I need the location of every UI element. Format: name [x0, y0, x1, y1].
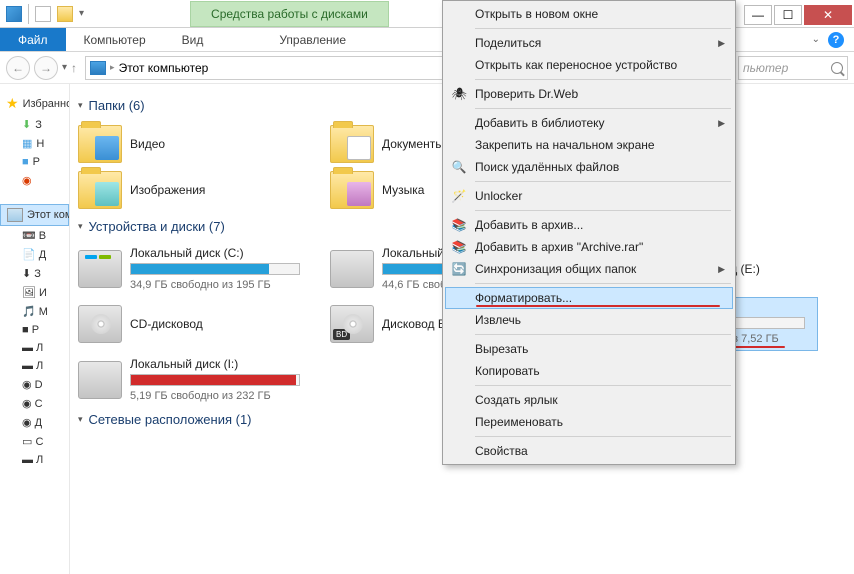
sidebar-item[interactable]: ◉ D: [0, 375, 69, 394]
nav-up-button[interactable]: ↑: [71, 61, 77, 75]
ribbon-expand-icon[interactable]: ⌄: [812, 34, 820, 45]
nav-back-button[interactable]: ←: [6, 56, 30, 80]
sidebar-item[interactable]: ◉ C: [0, 394, 69, 413]
nav-sidebar: ★Избранное ⬇ З ▦ Н ■ Р ◉ Этот компьютер …: [0, 84, 70, 574]
cm-drweb[interactable]: 🕷Проверить Dr.Web: [445, 83, 733, 105]
sidebar-item[interactable]: ⬇ З: [0, 264, 69, 283]
cm-add-archive-rar[interactable]: 📚Добавить в архив "Archive.rar": [445, 236, 733, 258]
sidebar-item[interactable]: ⬇ З: [0, 115, 69, 134]
search-deleted-icon: 🔍: [451, 159, 467, 175]
cm-properties[interactable]: Свойства: [445, 440, 733, 462]
folder-video[interactable]: Видео: [74, 123, 314, 165]
maximize-button[interactable]: ☐: [774, 5, 802, 25]
cm-portable-device[interactable]: Открыть как переносное устройство: [445, 54, 733, 76]
drive-cd[interactable]: CD-дисковод: [74, 297, 314, 351]
nav-history-icon[interactable]: ▾: [62, 62, 67, 73]
nav-forward-button[interactable]: →: [34, 56, 58, 80]
sidebar-item[interactable]: ◉ Д: [0, 413, 69, 432]
qat-newfolder-icon[interactable]: [57, 6, 73, 22]
cm-add-library[interactable]: Добавить в библиотеку▶: [445, 112, 733, 134]
cm-pin-start[interactable]: Закрепить на начальном экране: [445, 134, 733, 156]
help-icon[interactable]: ?: [828, 32, 844, 48]
ribbon-computer-tab[interactable]: Компьютер: [66, 28, 164, 51]
drweb-icon: 🕷: [451, 86, 467, 102]
sync-icon: 🔄: [451, 261, 467, 277]
drive-i[interactable]: Локальный диск (I:)5,19 ГБ свободно из 2…: [74, 355, 314, 404]
cm-open-new-window[interactable]: Открыть в новом окне: [445, 3, 733, 25]
cm-rename[interactable]: Переименовать: [445, 411, 733, 433]
close-button[interactable]: ✕: [804, 5, 852, 25]
search-input[interactable]: пьютер: [738, 56, 848, 80]
qat-dropdown-icon[interactable]: ▾: [79, 8, 84, 19]
context-menu: Открыть в новом окне Поделиться▶ Открыть…: [442, 0, 736, 465]
cm-search-deleted[interactable]: 🔍Поиск удалённых файлов: [445, 156, 733, 178]
sidebar-item[interactable]: 🖼 И: [0, 283, 69, 302]
sidebar-this-pc[interactable]: Этот компьютер: [0, 204, 69, 226]
sidebar-item[interactable]: ▬ Л: [0, 357, 69, 375]
ribbon-view-tab[interactable]: Вид: [164, 28, 222, 51]
breadcrumb[interactable]: Этот компьютер: [119, 61, 209, 75]
sidebar-item[interactable]: ■ Р: [0, 321, 69, 339]
pc-icon: [90, 61, 106, 75]
folder-images[interactable]: Изображения: [74, 169, 314, 211]
sidebar-item[interactable]: ◉: [0, 171, 69, 190]
sidebar-favorites[interactable]: ★Избранное: [0, 92, 69, 115]
rar-icon: 📚: [451, 239, 467, 255]
cm-share[interactable]: Поделиться▶: [445, 32, 733, 54]
cm-copy[interactable]: Копировать: [445, 360, 733, 382]
sidebar-item[interactable]: 📄 Д: [0, 245, 69, 264]
sidebar-item[interactable]: ▬ Л: [0, 339, 69, 357]
rar-icon: 📚: [451, 217, 467, 233]
sidebar-item[interactable]: 🎵 М: [0, 302, 69, 321]
minimize-button[interactable]: —: [744, 5, 772, 25]
cm-format[interactable]: Форматировать...: [445, 287, 733, 309]
cm-create-shortcut[interactable]: Создать ярлык: [445, 389, 733, 411]
contextual-tab-disk-tools[interactable]: Средства работы с дисками: [190, 1, 389, 27]
drive-c[interactable]: Локальный диск (C:)34,9 ГБ свободно из 1…: [74, 244, 314, 293]
sidebar-item[interactable]: ■ Р: [0, 153, 69, 171]
cm-sync-shared[interactable]: 🔄Синхронизация общих папок▶: [445, 258, 733, 280]
sidebar-item[interactable]: ▬ Л: [0, 451, 69, 469]
cm-eject[interactable]: Извлечь: [445, 309, 733, 331]
ribbon-manage-tab[interactable]: Управление: [261, 28, 364, 51]
app-icon: [6, 6, 22, 22]
sidebar-item[interactable]: ▦ Н: [0, 134, 69, 153]
unlocker-icon: 🪄: [451, 188, 467, 204]
highlight-underline: [476, 305, 720, 307]
search-icon: [831, 62, 843, 74]
cm-unlocker[interactable]: 🪄Unlocker: [445, 185, 733, 207]
qat-properties-icon[interactable]: [35, 6, 51, 22]
cm-cut[interactable]: Вырезать: [445, 338, 733, 360]
sidebar-item[interactable]: ▭ С: [0, 432, 69, 451]
cm-add-archive[interactable]: 📚Добавить в архив...: [445, 214, 733, 236]
ribbon-file-tab[interactable]: Файл: [0, 28, 66, 51]
sidebar-item[interactable]: 📼 В: [0, 226, 69, 245]
